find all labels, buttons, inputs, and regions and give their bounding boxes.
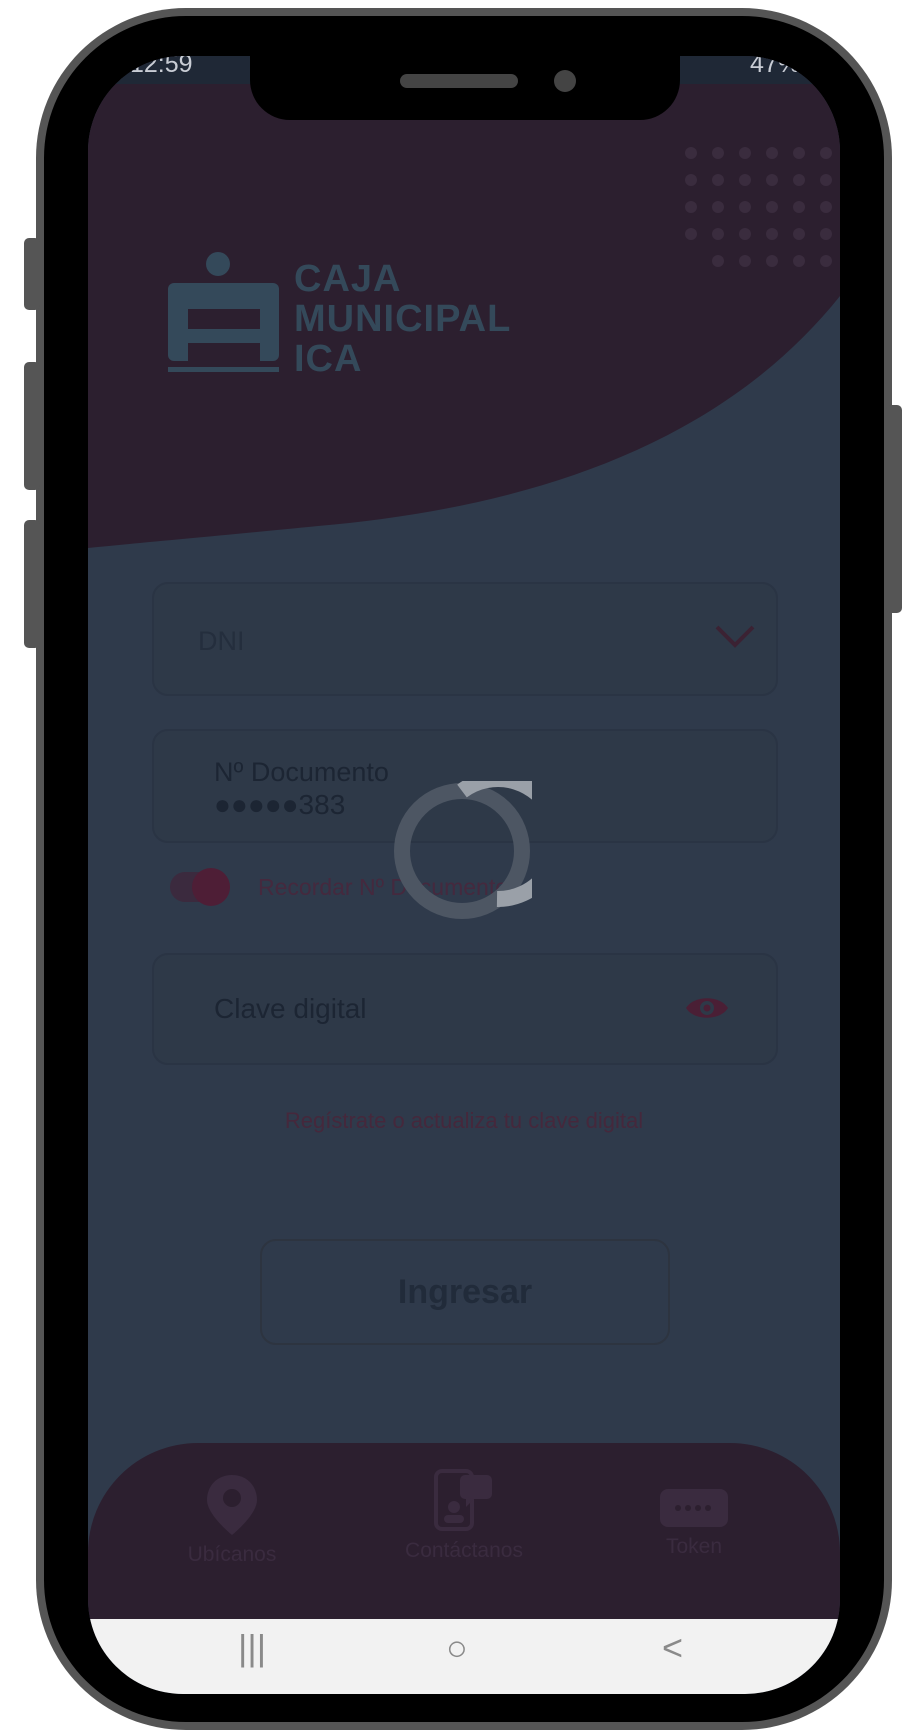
- nav-label-ubicanos: Ubícanos: [187, 1543, 277, 1566]
- caja-logo-icon: [168, 252, 279, 372]
- decorative-dots: [685, 147, 832, 267]
- logo-line-3: ICA: [294, 338, 363, 380]
- loading-spinner-icon: [394, 781, 532, 919]
- location-pin-icon: [207, 1475, 257, 1535]
- nav-item-contactanos[interactable]: Contáctanos: [354, 1467, 574, 1563]
- document-type-value: DNI: [198, 626, 245, 656]
- logo-line-2: MUNICIPAL: [294, 298, 512, 340]
- remember-document-toggle[interactable]: [170, 868, 230, 906]
- front-camera: [554, 70, 576, 92]
- speaker-grille: [400, 74, 518, 88]
- password-placeholder: Clave digital: [214, 993, 367, 1024]
- side-button-left-bottom: [24, 520, 40, 648]
- side-button-left-top: [24, 238, 40, 310]
- bottom-nav: Ubícanos Contáctanos Token: [88, 1443, 840, 1643]
- status-time: 12:59: [130, 56, 193, 78]
- chevron-down-icon: [715, 625, 755, 648]
- phone-notch: [250, 40, 680, 120]
- login-button[interactable]: Ingresar: [260, 1239, 670, 1345]
- logo-line-1: CAJA: [294, 258, 402, 300]
- register-link[interactable]: Regístrate o actualiza tu clave digital: [88, 1108, 840, 1134]
- logo-wordmark: CAJA MUNICIPAL ICA: [294, 259, 511, 379]
- recents-button[interactable]: |||: [238, 1627, 266, 1669]
- toggle-knob: [192, 868, 230, 906]
- nav-label-contactanos: Contáctanos: [405, 1539, 523, 1562]
- contact-phone-icon: [434, 1469, 492, 1531]
- token-icon: [660, 1489, 728, 1527]
- eye-icon[interactable]: [684, 991, 730, 1025]
- android-nav-bar: ||| ○ <: [88, 1619, 840, 1694]
- document-number-label: Nº Documento: [214, 757, 389, 787]
- nav-item-token[interactable]: Token: [584, 1487, 804, 1559]
- battery-indicator: 47%: [749, 56, 800, 78]
- document-type-select[interactable]: DNI: [152, 582, 778, 696]
- nav-item-ubicanos[interactable]: Ubícanos: [122, 1473, 342, 1567]
- document-number-value: ●●●●●383: [214, 789, 346, 820]
- home-button[interactable]: ○: [446, 1627, 468, 1669]
- back-button[interactable]: <: [662, 1627, 683, 1669]
- nav-label-token: Token: [665, 1535, 723, 1558]
- password-field[interactable]: Clave digital: [152, 953, 778, 1065]
- side-button-left-middle: [24, 362, 40, 490]
- side-button-right: [886, 405, 902, 613]
